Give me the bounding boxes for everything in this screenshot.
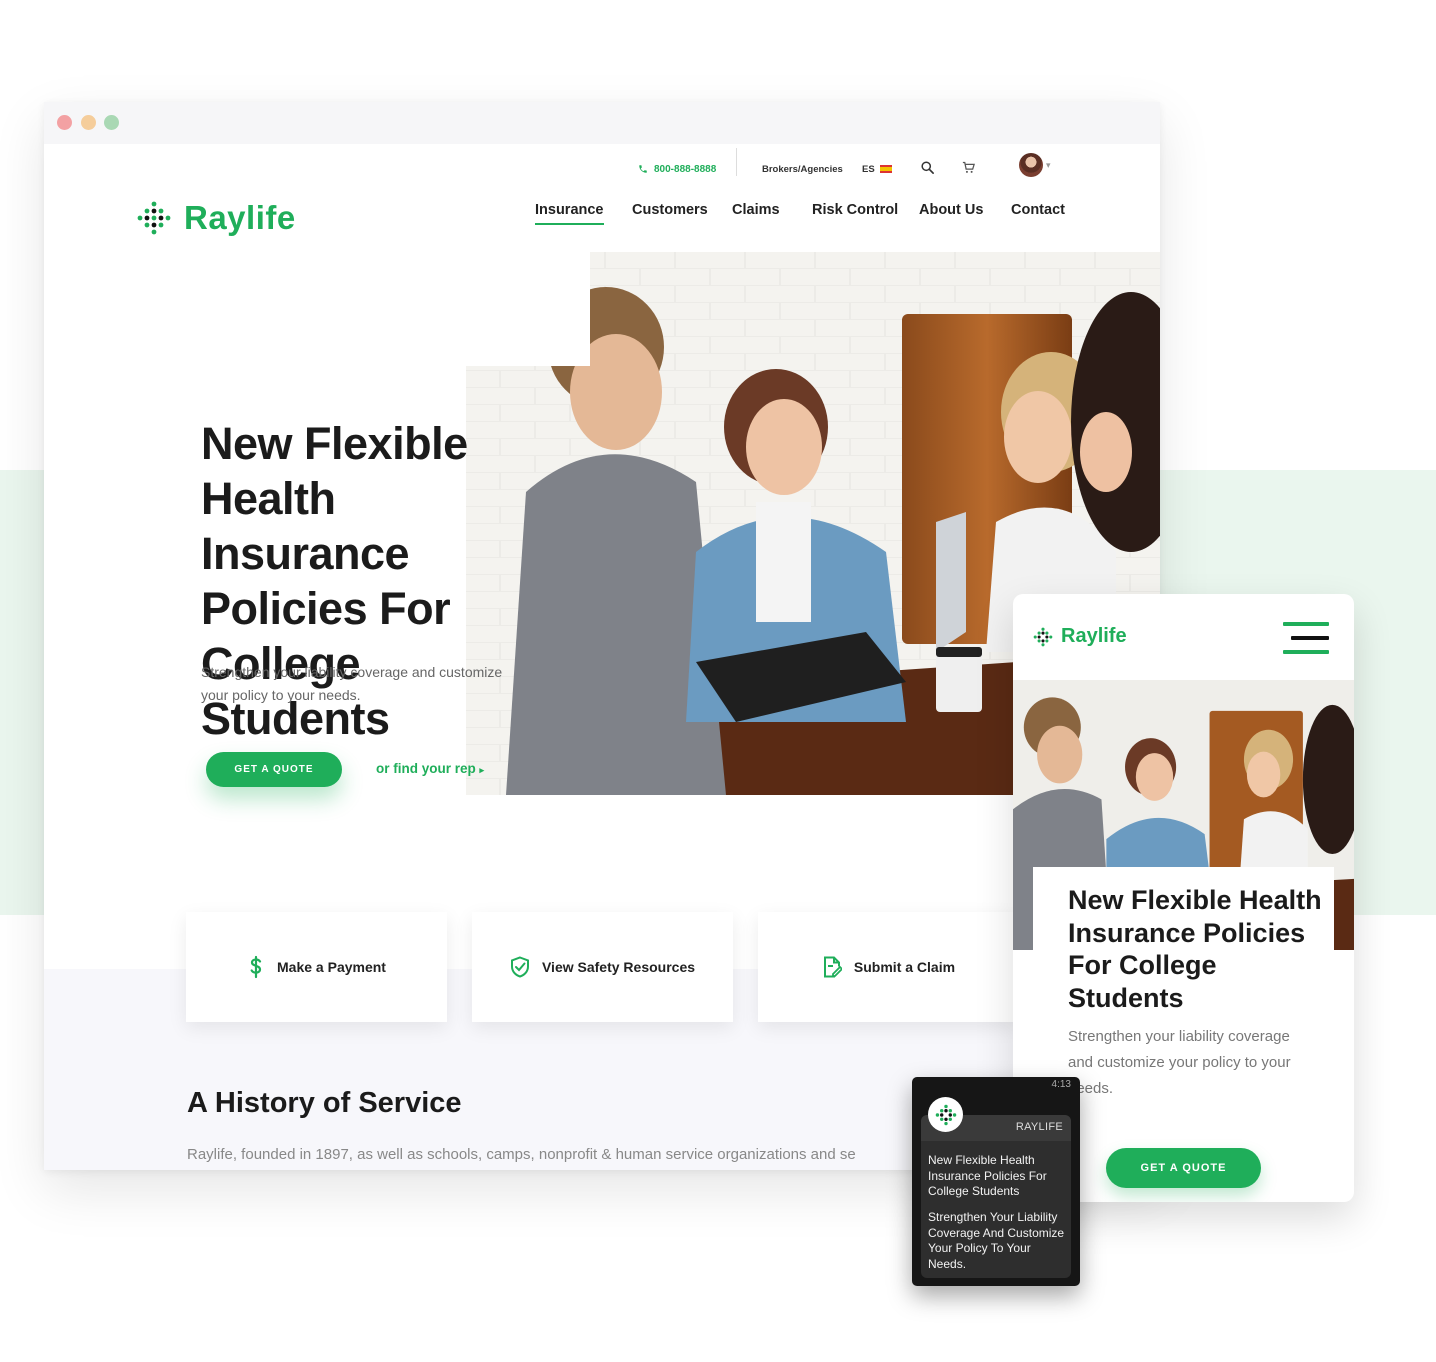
card-label: Submit a Claim bbox=[853, 959, 956, 975]
utility-divider bbox=[736, 148, 737, 176]
cart-icon[interactable] bbox=[959, 158, 977, 176]
nav-item-about-us[interactable]: About Us bbox=[919, 202, 983, 218]
maximize-window-button[interactable] bbox=[104, 115, 119, 130]
search-icon[interactable] bbox=[918, 158, 936, 176]
language-code: ES bbox=[862, 163, 875, 175]
watch-notification-message: Strengthen Your Liability Coverage And C… bbox=[928, 1210, 1065, 1271]
raylife-dots-logo-icon bbox=[1033, 627, 1053, 646]
mobile-hero-title: New Flexible Health Insurance Policies F… bbox=[1068, 885, 1322, 1013]
brand-logo[interactable]: Raylife bbox=[136, 199, 296, 237]
nav-item-customers[interactable]: Customers bbox=[632, 202, 708, 218]
dollar-icon bbox=[247, 955, 265, 979]
close-window-button[interactable] bbox=[57, 115, 72, 130]
hero-image-cutout bbox=[466, 252, 590, 366]
window-titlebar bbox=[44, 102, 1160, 144]
chevron-right-icon: ▸ bbox=[479, 765, 485, 775]
mobile-hero-subtitle: Strengthen your liability coverage and c… bbox=[1068, 1028, 1291, 1097]
document-edit-icon bbox=[822, 956, 842, 978]
find-your-rep-link[interactable]: or find your rep ▸ bbox=[376, 761, 484, 776]
spain-flag-icon bbox=[879, 165, 892, 173]
watch-notification-title: New Flexible Health Insurance Policies F… bbox=[928, 1153, 1047, 1198]
brand-name: Raylife bbox=[184, 199, 296, 236]
nav-item-claims[interactable]: Claims bbox=[732, 202, 780, 218]
shield-icon bbox=[510, 956, 530, 978]
desktop-browser-window: 800-888-8888 Brokers/Agencies ES ▾ Rayli… bbox=[44, 102, 1160, 1170]
phone-link[interactable]: 800-888-8888 bbox=[638, 158, 716, 180]
get-a-quote-button[interactable]: GET A QUOTE bbox=[206, 752, 342, 787]
user-menu[interactable]: ▾ bbox=[1019, 153, 1051, 177]
make-payment-card[interactable]: Make a Payment bbox=[186, 912, 447, 1022]
chevron-down-icon: ▾ bbox=[1046, 159, 1051, 170]
raylife-dots-logo-icon bbox=[928, 1097, 963, 1132]
avatar bbox=[1019, 153, 1043, 177]
history-title: A History of Service bbox=[187, 1087, 462, 1119]
nav-item-risk-control[interactable]: Risk Control bbox=[812, 202, 898, 218]
mobile-brand-name: Raylife bbox=[1061, 625, 1127, 647]
watch-app-name: RAYLIFE bbox=[1015, 1121, 1063, 1133]
nav-item-contact[interactable]: Contact bbox=[1011, 202, 1065, 218]
language-selector[interactable]: ES bbox=[862, 158, 892, 180]
watch-notification-body[interactable]: New Flexible Health Insurance Policies F… bbox=[921, 1141, 1071, 1278]
phone-number: 800-888-8888 bbox=[654, 163, 717, 175]
card-label: Make a Payment bbox=[277, 959, 386, 975]
hero-subtitle: Strengthen your liability coverage and c… bbox=[201, 664, 503, 703]
history-text: Raylife, founded in 1897, as well as sch… bbox=[187, 1146, 856, 1163]
card-label: View Safety Resources bbox=[541, 959, 696, 975]
mobile-get-a-quote-button[interactable]: GET A QUOTE bbox=[1106, 1148, 1261, 1188]
phone-icon bbox=[639, 165, 647, 173]
watch-notification: 4:13 RAYLIFE New Flexible Health Insuran… bbox=[912, 1077, 1080, 1286]
mobile-brand-logo[interactable]: Raylife bbox=[1033, 625, 1127, 648]
watch-time: 4:13 bbox=[1051, 1079, 1071, 1090]
brokers-link[interactable]: Brokers/Agencies bbox=[762, 158, 843, 180]
find-your-rep-label: or find your rep bbox=[376, 761, 476, 776]
desktop-page: 800-888-8888 Brokers/Agencies ES ▾ Rayli… bbox=[44, 144, 1160, 1170]
safety-resources-card[interactable]: View Safety Resources bbox=[472, 912, 733, 1022]
minimize-window-button[interactable] bbox=[81, 115, 96, 130]
hamburger-menu-icon[interactable] bbox=[1283, 622, 1329, 656]
raylife-dots-logo-icon bbox=[137, 201, 171, 235]
nav-item-insurance[interactable]: Insurance bbox=[535, 202, 604, 225]
submit-claim-card[interactable]: Submit a Claim bbox=[758, 912, 1019, 1022]
